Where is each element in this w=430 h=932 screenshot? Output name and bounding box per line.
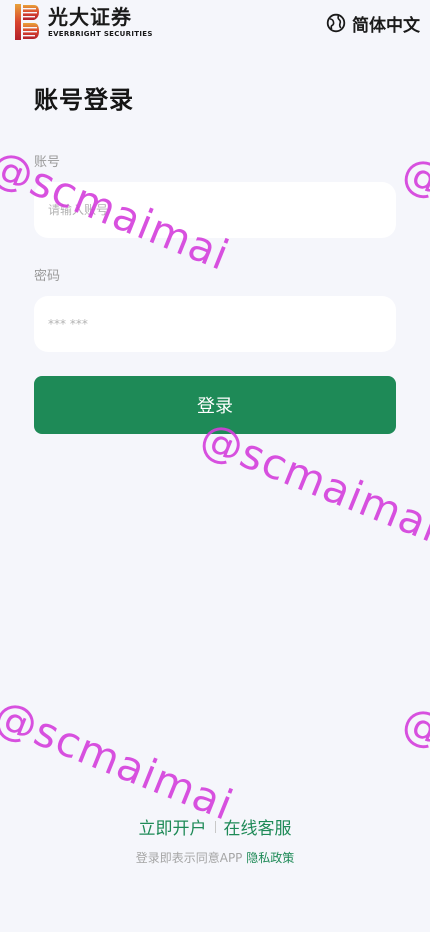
footer-divider [214, 820, 216, 833]
online-service-link[interactable]: 在线客服 [224, 814, 292, 839]
account-label: 账号 [34, 155, 61, 170]
agreement-text: 登录即表示同意APP 隐私政策 [0, 849, 430, 866]
account-input[interactable] [46, 202, 384, 218]
watermark: @scmaimai [0, 690, 241, 831]
top-bar: 光大证券 EVERBRIGHT SECURITIES 简体中文 [0, 0, 430, 46]
privacy-policy-link[interactable]: 隐私政策 [246, 851, 294, 865]
footer-links: 立即开户 在线客服 [0, 814, 430, 839]
password-input[interactable] [46, 316, 384, 332]
agreement-prefix: 登录即表示同意APP [135, 851, 243, 865]
language-label: 简体中文 [352, 15, 420, 36]
brand-name-en: EVERBRIGHT SECURITIES [48, 29, 153, 38]
brand-logo: 光大证券 EVERBRIGHT SECURITIES [14, 2, 153, 42]
password-field[interactable] [34, 296, 396, 352]
brand-name-cn: 光大证券 [48, 4, 132, 29]
globe-icon [326, 13, 346, 33]
open-account-link[interactable]: 立即开户 [139, 814, 207, 839]
login-page: 光大证券 EVERBRIGHT SECURITIES 简体中文 账号登录 账号 … [0, 0, 430, 932]
everbright-logo-icon [14, 3, 40, 41]
login-button[interactable]: 登录 [34, 376, 396, 434]
page-title: 账号登录 [34, 86, 134, 114]
account-field[interactable] [34, 182, 396, 238]
password-label: 密码 [34, 269, 61, 284]
watermark: @scmaimai [395, 146, 430, 287]
language-switch[interactable]: 简体中文 [326, 10, 420, 36]
